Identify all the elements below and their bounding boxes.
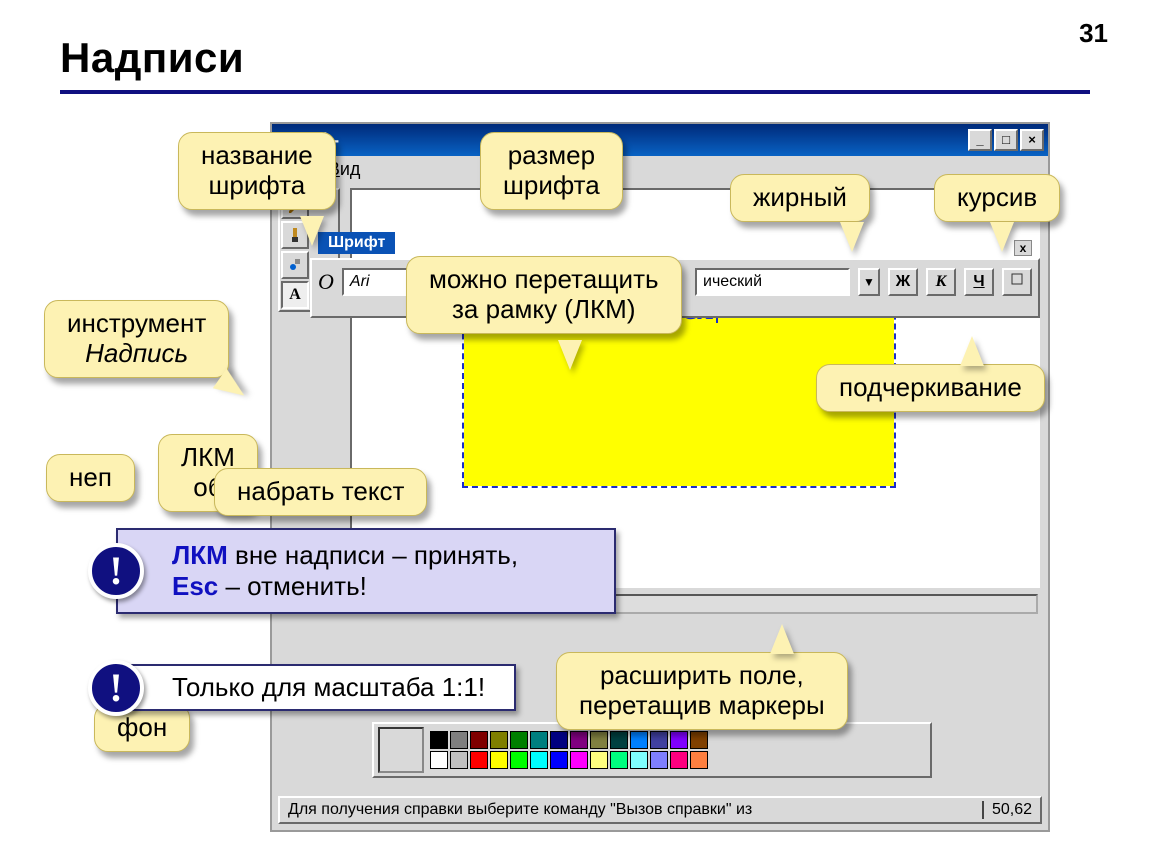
callout-type-text: набрать текст (214, 468, 427, 516)
swatch-grid[interactable] (430, 731, 708, 769)
font-style-field[interactable]: ический (695, 268, 850, 296)
callout-tail-icon (840, 222, 864, 252)
callout-tool: инструмент Надпись инструментНадпись (44, 300, 229, 378)
callout-expand-field: расширить поле, перетащив маркеры (556, 652, 848, 730)
color-swatch[interactable] (530, 731, 548, 749)
title-rule (60, 90, 1090, 94)
color-swatch[interactable] (590, 731, 608, 749)
warning-badge-icon: ! (88, 660, 144, 716)
callout-tail-icon (558, 340, 582, 370)
font-toolbar-close-button[interactable]: x (1014, 240, 1032, 256)
slide-title: Надписи (60, 34, 1090, 82)
info-scale-only: ! Только для масштаба 1:1! (116, 664, 516, 711)
color-swatch[interactable] (570, 751, 588, 769)
current-colors-icon (378, 727, 424, 773)
callout-tail-icon (960, 336, 984, 366)
callout-font-size: размер шрифта (480, 132, 623, 210)
color-swatch[interactable] (630, 731, 648, 749)
color-palette[interactable] (372, 722, 932, 778)
window-titlebar[interactable]: нный - _ □ × (272, 124, 1048, 156)
callout-italic: курсив (934, 174, 1060, 222)
text-tool-button[interactable]: A (281, 281, 309, 309)
window-min-button[interactable]: _ (968, 129, 992, 151)
callout-tail-icon (300, 216, 324, 246)
callout-font-name: название шрифта (178, 132, 336, 210)
info-accept-cancel: ! ЛКМ вне надписи – принять, Esc – отмен… (116, 528, 616, 614)
color-swatch[interactable] (450, 751, 468, 769)
airbrush-tool-button[interactable] (281, 251, 309, 279)
color-swatch[interactable] (550, 731, 568, 749)
color-swatch[interactable] (550, 751, 568, 769)
color-swatch[interactable] (610, 751, 628, 769)
callout-tail-icon (770, 624, 794, 654)
color-swatch[interactable] (510, 751, 528, 769)
color-swatch[interactable] (690, 731, 708, 749)
color-swatch[interactable] (510, 731, 528, 749)
font-toolbar-title[interactable]: Шрифт (318, 232, 395, 254)
status-text: Для получения справки выберите команду "… (288, 801, 752, 819)
page-number: 31 (1079, 18, 1108, 49)
font-preview-icon: O (318, 269, 334, 295)
callout-tail-icon (990, 222, 1014, 252)
bold-button[interactable]: Ж (888, 268, 918, 296)
color-swatch[interactable] (530, 751, 548, 769)
color-swatch[interactable] (470, 731, 488, 749)
italic-button[interactable]: К (926, 268, 956, 296)
color-swatch[interactable] (570, 731, 588, 749)
window-max-button[interactable]: □ (994, 129, 1018, 151)
callout-drag-frame: можно перетащить за рамку (ЛКМ) (406, 256, 682, 334)
callout-nepr-fragment: неп (46, 454, 135, 502)
color-swatch[interactable] (670, 751, 688, 769)
warning-badge-icon: ! (88, 543, 144, 599)
color-swatch[interactable] (670, 731, 688, 749)
dropdown-button[interactable]: ▼ (858, 268, 880, 296)
callout-underline: подчеркивание (816, 364, 1045, 412)
callout-bold: жирный (730, 174, 870, 222)
color-swatch[interactable] (590, 751, 608, 769)
status-coordinates: 50,62 (982, 801, 1032, 819)
color-swatch[interactable] (430, 731, 448, 749)
color-swatch[interactable] (430, 751, 448, 769)
color-swatch[interactable] (470, 751, 488, 769)
window-caption: нный - (280, 130, 968, 151)
status-bar: Для получения справки выберите команду "… (278, 796, 1042, 824)
color-swatch[interactable] (490, 751, 508, 769)
color-swatch[interactable] (490, 731, 508, 749)
color-swatch[interactable] (690, 751, 708, 769)
color-swatch[interactable] (650, 751, 668, 769)
extra-style-button[interactable] (1002, 268, 1032, 296)
color-swatch[interactable] (650, 731, 668, 749)
color-swatch[interactable] (630, 751, 648, 769)
window-close-button[interactable]: × (1020, 129, 1044, 151)
color-swatch[interactable] (610, 731, 628, 749)
color-swatch[interactable] (450, 731, 468, 749)
menu-bar[interactable]: вка Вид Справ (272, 156, 1048, 182)
underline-button[interactable]: Ч (964, 268, 994, 296)
